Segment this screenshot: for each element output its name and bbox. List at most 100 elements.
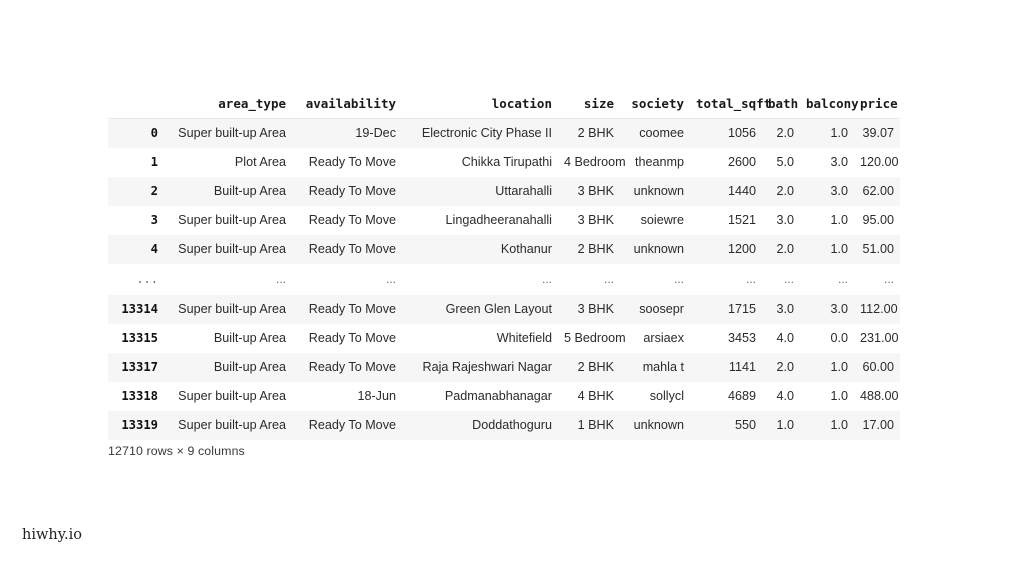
- cell-balcony: 3.0: [800, 295, 854, 324]
- cell-location: Raja Rajeshwari Nagar: [402, 353, 558, 382]
- header-row: area_type availability location size society…: [108, 96, 900, 119]
- table-row: 13319 Super built-up Area Ready To Move Dod…: [108, 411, 900, 440]
- cell-area-type: Super built-up Area: [164, 295, 292, 324]
- cell-area-type: Super built-up Area: [164, 411, 292, 440]
- table-row: 3 Super built-up Area Ready To Move Lingadh…: [108, 206, 900, 235]
- cell-total-sqft: 1056: [690, 118, 762, 148]
- cell-area-type: Super built-up Area: [164, 118, 292, 148]
- cell-total-sqft: 1521: [690, 206, 762, 235]
- column-header-total-sqft: total_sqft: [690, 96, 771, 119]
- column-header-society: society: [620, 96, 690, 119]
- cell-bath: 5.0: [762, 148, 800, 177]
- table-row: 1 Plot Area Ready To Move Chikka Tirupathi 4…: [108, 148, 900, 177]
- table-row: 13318 Super built-up Area 18-Jun Padmanabha…: [108, 382, 900, 411]
- cell-balcony: 0.0: [800, 324, 854, 353]
- table-row: 13317 Built-up Area Ready To Move Raja Raje…: [108, 353, 900, 382]
- cell-society: unknown: [620, 235, 690, 264]
- cell-bath: 4.0: [762, 382, 800, 411]
- cell-balcony: 1.0: [800, 353, 854, 382]
- cell-price: 231.00: [854, 324, 900, 353]
- table-header: area_type availability location size society…: [108, 96, 900, 119]
- cell-society: mahla t: [620, 353, 690, 382]
- cell-location: Kothanur: [402, 235, 558, 264]
- cell-availability: Ready To Move: [292, 148, 402, 177]
- cell-availability: Ready To Move: [292, 235, 402, 264]
- cell-location: Whitefield: [402, 324, 558, 353]
- row-index: 13318: [108, 382, 164, 411]
- row-index: 4: [108, 235, 164, 264]
- cell-price: 120.00: [854, 148, 900, 177]
- cell-balcony: 1.0: [800, 235, 854, 264]
- cell-availability: Ready To Move: [292, 411, 402, 440]
- cell-area-type: Built-up Area: [164, 177, 292, 206]
- cell-location: Electronic City Phase II: [402, 118, 558, 148]
- cell-bath: ...: [762, 264, 800, 295]
- cell-society: ...: [620, 264, 690, 295]
- cell-total-sqft: 3453: [690, 324, 762, 353]
- cell-total-sqft: 1200: [690, 235, 762, 264]
- cell-size: 5 Bedroom: [558, 324, 626, 353]
- cell-area-type: Super built-up Area: [164, 206, 292, 235]
- row-index: 13314: [108, 295, 164, 324]
- row-index: 0: [108, 118, 164, 148]
- cell-price: 39.07: [854, 118, 900, 148]
- cell-balcony: 1.0: [800, 206, 854, 235]
- cell-availability: Ready To Move: [292, 295, 402, 324]
- cell-society: unknown: [620, 411, 690, 440]
- cell-balcony: 1.0: [800, 382, 854, 411]
- cell-balcony: 3.0: [800, 148, 854, 177]
- dataframe-output: area_type availability location size society…: [108, 96, 900, 440]
- cell-bath: 2.0: [762, 118, 800, 148]
- column-header-location: location: [402, 96, 558, 119]
- cell-society: soiewre: [620, 206, 690, 235]
- cell-price: 112.00: [854, 295, 900, 324]
- cell-society: arsiaex: [620, 324, 690, 353]
- row-index: 13319: [108, 411, 164, 440]
- cell-balcony: ...: [800, 264, 854, 295]
- cell-availability: ...: [292, 264, 402, 295]
- cell-bath: 3.0: [762, 206, 800, 235]
- cell-area-type: ...: [164, 264, 292, 295]
- cell-price: 95.00: [854, 206, 900, 235]
- cell-bath: 2.0: [762, 177, 800, 206]
- cell-total-sqft: 1440: [690, 177, 762, 206]
- row-index: 1: [108, 148, 164, 177]
- cell-availability: 18-Jun: [292, 382, 402, 411]
- table-body: 0 Super built-up Area 19-Dec Electronic Cit…: [108, 118, 900, 440]
- cell-area-type: Built-up Area: [164, 353, 292, 382]
- cell-bath: 4.0: [762, 324, 800, 353]
- cell-balcony: 1.0: [800, 118, 854, 148]
- cell-price: 62.00: [854, 177, 900, 206]
- watermark-hiwhy-io: hiwhy.io: [22, 527, 82, 543]
- cell-size: 4 Bedroom: [558, 148, 626, 177]
- column-header-price: price: [854, 96, 900, 119]
- cell-size: ...: [558, 264, 620, 295]
- cell-location: Doddathoguru: [402, 411, 558, 440]
- cell-price: 51.00: [854, 235, 900, 264]
- cell-society: soosepr: [620, 295, 690, 324]
- table-row: ..............................: [108, 264, 900, 295]
- row-index: 13317: [108, 353, 164, 382]
- cell-location: Uttarahalli: [402, 177, 558, 206]
- column-header-balcony: balcony: [800, 96, 859, 119]
- cell-size: 3 BHK: [558, 295, 620, 324]
- cell-society: coomee: [620, 118, 690, 148]
- cell-size: 2 BHK: [558, 353, 620, 382]
- cell-price: 488.00: [854, 382, 900, 411]
- cell-bath: 3.0: [762, 295, 800, 324]
- cell-location: Lingadheeranahalli: [402, 206, 558, 235]
- row-index: ...: [108, 264, 164, 295]
- cell-total-sqft: 4689: [690, 382, 762, 411]
- column-header-availability: availability: [292, 96, 402, 119]
- cell-size: 1 BHK: [558, 411, 620, 440]
- cell-location: Green Glen Layout: [402, 295, 558, 324]
- table-row: 13314 Super built-up Area Ready To Move Gre…: [108, 295, 900, 324]
- row-index: 3: [108, 206, 164, 235]
- table-row: 13315 Built-up Area Ready To Move Whitefiel…: [108, 324, 900, 353]
- cell-size: 3 BHK: [558, 206, 620, 235]
- cell-size: 2 BHK: [558, 235, 620, 264]
- cell-price: 17.00: [854, 411, 900, 440]
- table-row: 4 Super built-up Area Ready To Move Kothanu…: [108, 235, 900, 264]
- column-header-index: [108, 96, 164, 119]
- cell-area-type: Built-up Area: [164, 324, 292, 353]
